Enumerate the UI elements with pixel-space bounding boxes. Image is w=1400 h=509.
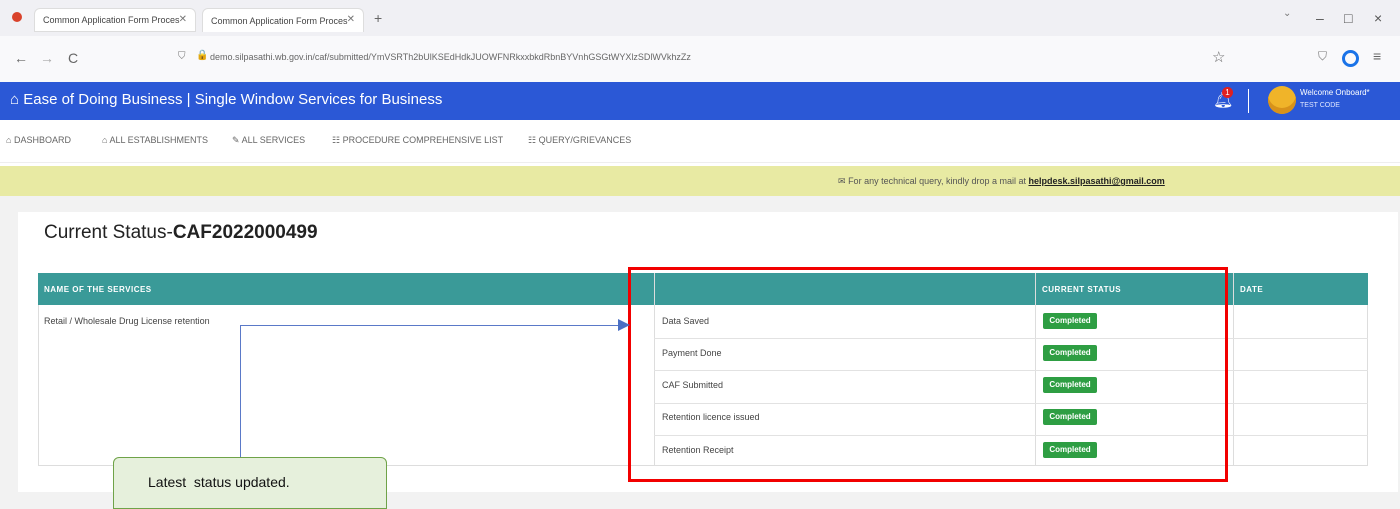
menu-dashboard[interactable]: ⌂ DASHBOARD bbox=[6, 135, 71, 145]
tab-list-icon[interactable]: ⌄ bbox=[1283, 8, 1291, 19]
app-title[interactable]: ⌂ Ease of Doing Business | Single Window… bbox=[10, 91, 442, 108]
title-prefix: Current Status- bbox=[44, 222, 173, 243]
main-menu bbox=[0, 120, 1400, 163]
forward-button[interactable]: → bbox=[40, 50, 54, 66]
url-text[interactable]: demo.silpasathi.wb.gov.in/caf/submitted/… bbox=[210, 52, 691, 62]
connector-line bbox=[240, 325, 618, 326]
callout-text: Latest status updated. bbox=[148, 474, 290, 490]
column-header-date: DATE bbox=[1240, 285, 1264, 294]
helpdesk-email-link[interactable]: helpdesk.silpasathi@gmail.com bbox=[1028, 176, 1164, 186]
menu-icon[interactable]: ≡ bbox=[1373, 48, 1381, 64]
minimize-button[interactable]: – bbox=[1316, 10, 1324, 26]
new-tab-button[interactable]: + bbox=[374, 10, 382, 26]
list-icon: ☷ bbox=[528, 135, 537, 145]
close-tab-icon[interactable]: ✕ bbox=[347, 14, 355, 25]
browser-tab-2[interactable]: Common Application Form Proces ✕ bbox=[202, 8, 364, 32]
shield-icon[interactable]: ⛉ bbox=[178, 51, 186, 62]
home-icon: ⌂ bbox=[6, 135, 12, 145]
header-divider bbox=[1248, 89, 1249, 113]
notice-bar bbox=[0, 166, 1400, 196]
menu-label: DASHBOARD bbox=[13, 135, 71, 145]
list-icon: ☷ bbox=[332, 135, 341, 145]
wrench-icon: ✎ bbox=[232, 135, 240, 145]
arrowhead-icon bbox=[618, 319, 630, 331]
menu-label: ALL SERVICES bbox=[241, 135, 306, 145]
account-icon[interactable] bbox=[1342, 50, 1359, 67]
notification-badge: 1 bbox=[1222, 87, 1233, 98]
menu-label: PROCEDURE COMPREHENSIVE LIST bbox=[342, 135, 504, 145]
menu-query-grievances[interactable]: ☷ QUERY/GRIEVANCES bbox=[528, 135, 631, 146]
avatar[interactable] bbox=[1268, 86, 1296, 114]
close-window-button[interactable]: × bbox=[1374, 10, 1382, 26]
welcome-text[interactable]: Welcome Onboard* bbox=[1300, 88, 1370, 97]
lock-icon[interactable]: 🔒 bbox=[196, 50, 208, 61]
browser-tab-1[interactable]: Common Application Form Proces ✕ bbox=[34, 8, 196, 32]
caf-number: CAF2022000499 bbox=[172, 222, 318, 243]
menu-all-establishments[interactable]: ⌂ ALL ESTABLISHMENTS bbox=[102, 135, 208, 145]
back-button[interactable]: ← bbox=[14, 50, 28, 66]
connector-line bbox=[240, 325, 241, 457]
service-name: Retail / Wholesale Drug License retentio… bbox=[44, 316, 210, 326]
tab-label: Common Application Form Proces bbox=[43, 15, 180, 25]
tab-label: Common Application Form Proces bbox=[211, 15, 348, 26]
notice-message: For any technical query, kindly drop a m… bbox=[848, 176, 1029, 186]
app-title-text: Ease of Doing Business | Single Window S… bbox=[23, 91, 443, 108]
highlight-box bbox=[628, 267, 1228, 482]
reload-button[interactable]: C bbox=[68, 50, 78, 66]
menu-all-services[interactable]: ✎ ALL SERVICES bbox=[232, 135, 305, 146]
pocket-icon[interactable]: ⛉ bbox=[1318, 49, 1327, 64]
column-header-services: NAME OF THE SERVICES bbox=[44, 285, 152, 294]
building-icon: ⌂ bbox=[102, 135, 108, 145]
page-title: Current Status-CAF2022000499 bbox=[44, 222, 318, 244]
browser-logo-icon bbox=[12, 12, 22, 22]
mail-icon: ✉ bbox=[838, 176, 846, 186]
menu-label: QUERY/GRIEVANCES bbox=[538, 135, 632, 145]
notice-text: ✉ For any technical query, kindly drop a… bbox=[838, 176, 1165, 187]
menu-label: ALL ESTABLISHMENTS bbox=[109, 135, 208, 145]
building-icon: ⌂ bbox=[10, 91, 20, 108]
user-id: TEST CODE bbox=[1300, 102, 1340, 109]
bookmark-star-icon[interactable]: ☆ bbox=[1212, 48, 1225, 66]
menu-procedure-list[interactable]: ☷ PROCEDURE COMPREHENSIVE LIST bbox=[332, 135, 503, 146]
maximize-button[interactable]: □ bbox=[1344, 10, 1352, 26]
close-tab-icon[interactable]: ✕ bbox=[179, 14, 187, 25]
